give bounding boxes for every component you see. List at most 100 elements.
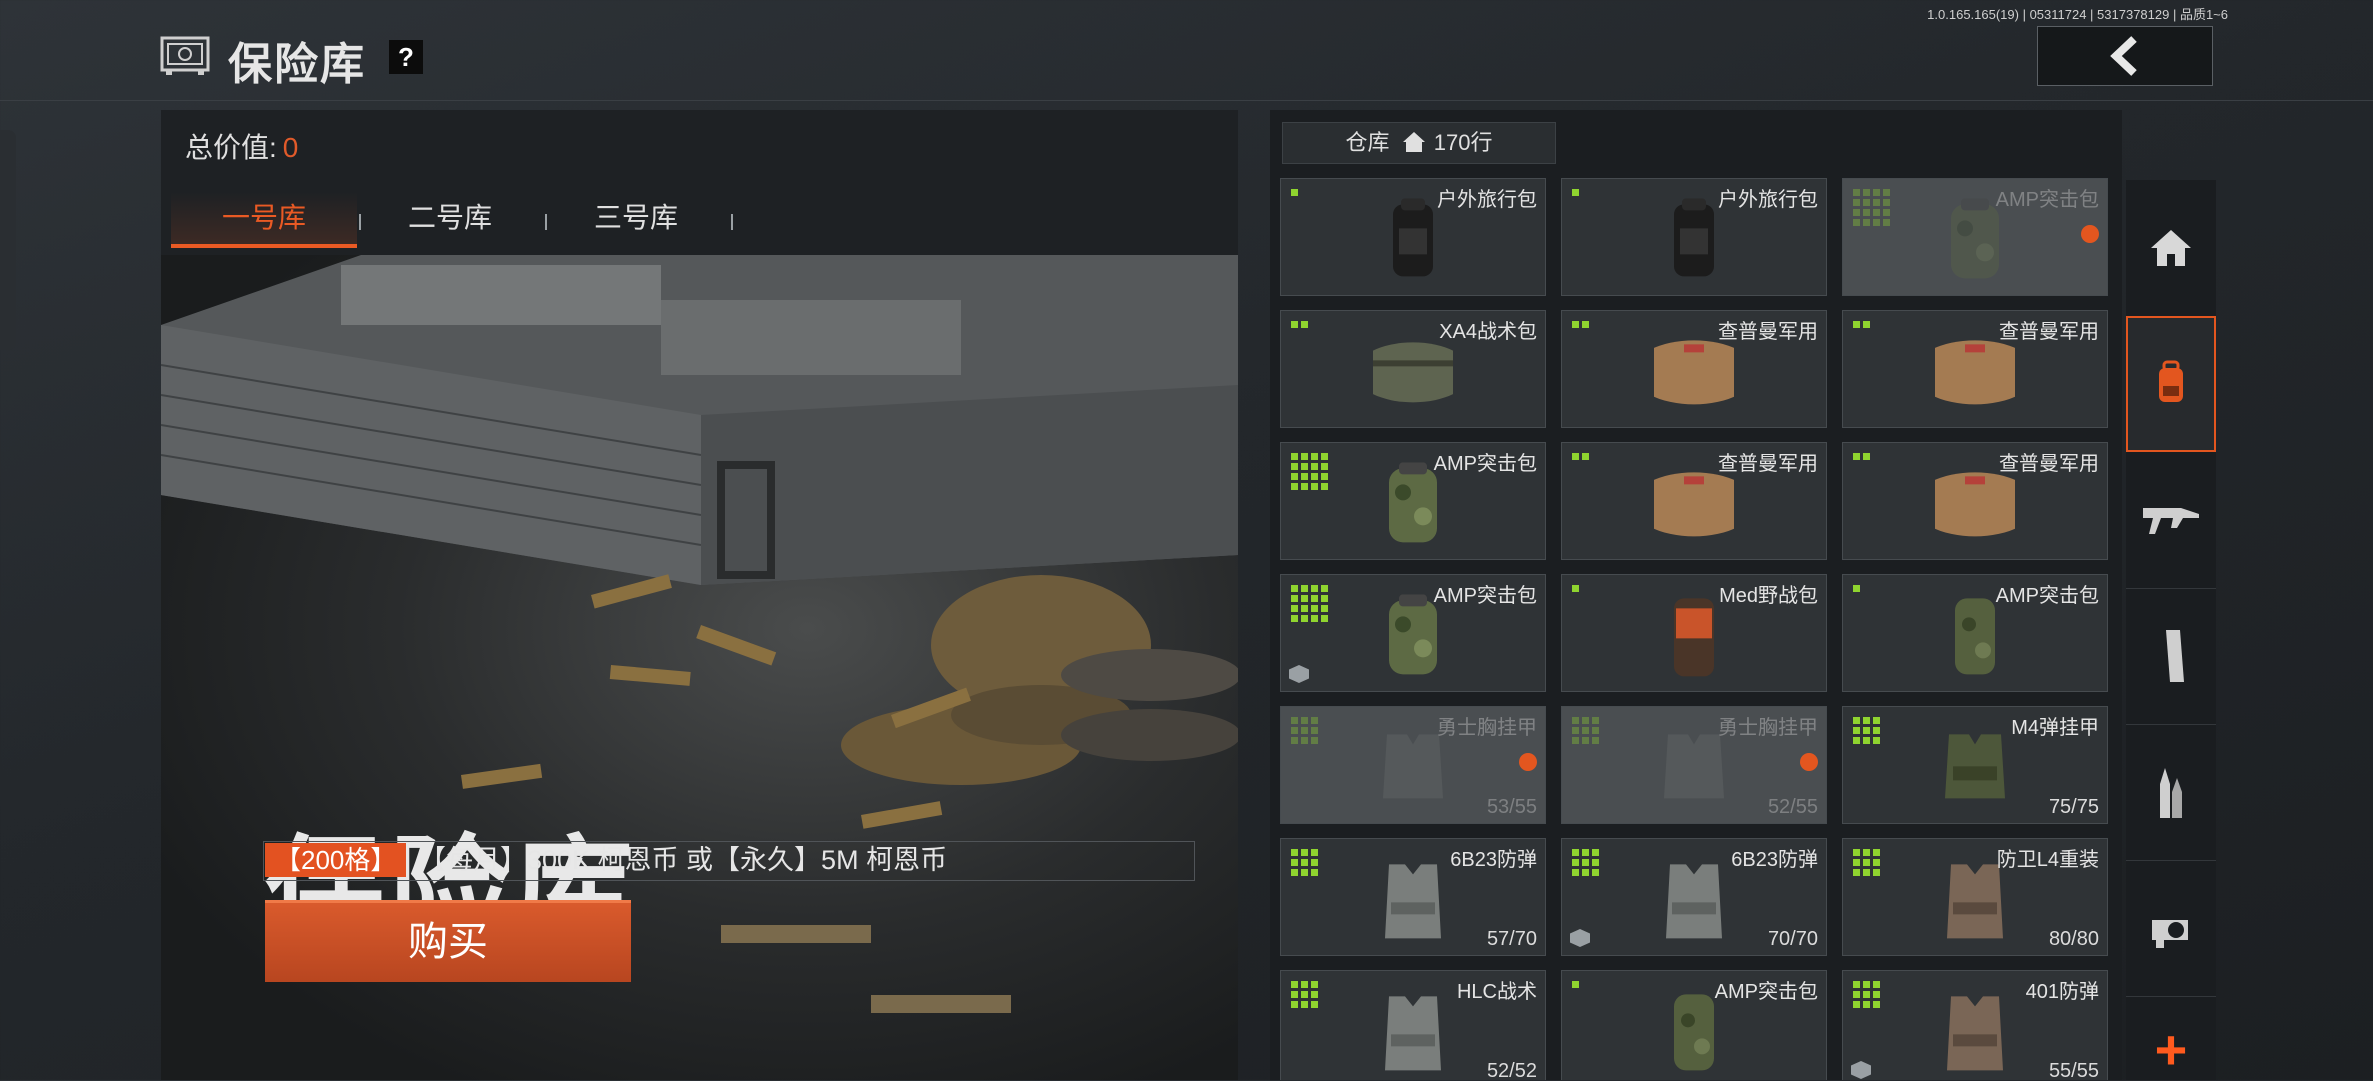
tab-vault-3[interactable]: 三号库 xyxy=(543,192,729,244)
item-name: AMP突击包 xyxy=(1995,585,2099,607)
rifle-icon xyxy=(2143,508,2199,534)
item-durability: 80/80 xyxy=(2048,928,2099,950)
item-size-indicator xyxy=(1291,189,1298,196)
warehouse-slot[interactable]: 勇士胸挂甲 52/55 xyxy=(1561,706,1827,824)
warehouse-slot[interactable]: 6B23防弹 70/70 xyxy=(1561,838,1827,956)
warehouse-slot[interactable]: 401防弹 55/55 xyxy=(1842,970,2108,1080)
item-size-indicator xyxy=(1572,585,1579,592)
category-attachment[interactable] xyxy=(2126,860,2216,997)
ammo-icon xyxy=(2160,768,2182,818)
side-drawer-handle[interactable] xyxy=(0,130,16,350)
item-size-indicator xyxy=(1853,981,1880,1008)
category-magazine[interactable] xyxy=(2126,588,2216,725)
item-name: 查普曼军用 xyxy=(1718,321,1818,343)
tab-divider xyxy=(731,214,733,230)
item-size-indicator xyxy=(1291,717,1318,744)
warehouse-slot[interactable]: M4弹挂甲 75/75 xyxy=(1842,706,2108,824)
insured-badge-icon xyxy=(2081,225,2099,243)
warehouse-slot[interactable]: 户外旅行包 xyxy=(1280,178,1546,296)
container-badge-icon xyxy=(1570,929,1590,947)
warehouse-count: 170行 xyxy=(1433,130,1493,155)
warehouse-slot[interactable]: 6B23防弹 57/70 xyxy=(1280,838,1546,956)
item-size-indicator xyxy=(1572,981,1579,988)
item-name: 查普曼军用 xyxy=(1999,321,2099,343)
item-durability: 53/55 xyxy=(1486,796,1537,818)
total-value: 总价值: 0 xyxy=(185,126,298,166)
item-size-indicator xyxy=(1853,189,1890,226)
item-name: AMP突击包 xyxy=(1433,453,1537,475)
total-value-amount: 0 xyxy=(282,132,299,163)
top-bar: 保险库 ? 1.0.165.165(19) | 05311724 | 53173… xyxy=(0,0,2373,101)
item-name: AMP突击包 xyxy=(1433,585,1537,607)
warehouse-slot[interactable]: AMP突击包 xyxy=(1561,970,1827,1080)
item-image xyxy=(1385,996,1441,1071)
item-name: 户外旅行包 xyxy=(1718,189,1818,211)
item-size-indicator xyxy=(1572,849,1599,876)
item-size-indicator xyxy=(1572,717,1599,744)
item-name: 查普曼军用 xyxy=(1718,453,1818,475)
item-name: 防卫L4重装 xyxy=(1996,849,2099,871)
warehouse-slot[interactable]: AMP突击包 xyxy=(1280,442,1546,560)
warehouse-slot[interactable]: 防卫L4重装 80/80 xyxy=(1842,838,2108,956)
category-rail xyxy=(2126,180,2216,1080)
item-image xyxy=(1945,734,2005,799)
item-size-indicator xyxy=(1572,189,1579,196)
item-size-indicator xyxy=(1853,849,1880,876)
warehouse-header[interactable]: 仓库 170行 xyxy=(1282,122,1556,164)
item-name: Med野战包 xyxy=(1719,585,1818,607)
home-icon xyxy=(1402,132,1425,152)
container-badge-icon xyxy=(1851,1061,1871,1079)
item-image xyxy=(1947,996,2003,1071)
warehouse-slot[interactable]: 勇士胸挂甲 53/55 xyxy=(1280,706,1546,824)
item-size-indicator xyxy=(1853,321,1870,328)
price-description: 【每月】300K 柯恩币 或【永久】5M 柯恩币 xyxy=(419,845,948,875)
item-size-indicator xyxy=(1291,585,1328,622)
warehouse-slot[interactable]: AMP突击包 xyxy=(1842,178,2108,296)
insured-badge-icon xyxy=(1800,753,1818,771)
home-icon xyxy=(2151,230,2191,266)
chevron-left-icon xyxy=(2110,36,2137,76)
warehouse-slot[interactable]: AMP突击包 xyxy=(1280,574,1546,692)
category-home[interactable] xyxy=(2126,180,2216,317)
item-name: XA4战术包 xyxy=(1439,321,1537,343)
scope-icon xyxy=(2152,920,2188,948)
tab-vault-1[interactable]: 一号库 xyxy=(171,192,357,248)
capacity-tag: 【200格】 xyxy=(265,843,407,877)
version-info: 1.0.165.165(19) | 05311724 | 5317378129 … xyxy=(1927,7,2228,22)
item-size-indicator xyxy=(1853,717,1880,744)
warehouse-slot[interactable]: AMP突击包 xyxy=(1842,574,2108,692)
warehouse-slot[interactable]: HLC战术 52/52 xyxy=(1280,970,1546,1080)
safe-icon xyxy=(160,36,210,75)
buy-button[interactable]: 购买 xyxy=(265,900,631,982)
item-size-indicator xyxy=(1291,849,1318,876)
category-backpack[interactable] xyxy=(2126,316,2216,452)
warehouse-slot[interactable]: 户外旅行包 xyxy=(1561,178,1827,296)
item-image xyxy=(1385,864,1441,939)
item-name: HLC战术 xyxy=(1456,981,1537,1003)
item-durability: 52/52 xyxy=(1486,1060,1537,1080)
warehouse-slot[interactable]: Med野战包 xyxy=(1561,574,1827,692)
item-name: M4弹挂甲 xyxy=(2011,717,2099,739)
item-name: AMP突击包 xyxy=(1995,189,2099,211)
item-size-indicator xyxy=(1853,585,1860,592)
item-name: 户外旅行包 xyxy=(1437,189,1537,211)
category-ammo[interactable] xyxy=(2126,724,2216,861)
item-size-indicator xyxy=(1291,453,1328,490)
warehouse-slot[interactable]: 查普曼军用 xyxy=(1842,442,2108,560)
container-badge-icon xyxy=(1289,665,1309,683)
item-name: AMP突击包 xyxy=(1714,981,1818,1003)
warehouse-slot[interactable]: 查普曼军用 xyxy=(1561,310,1827,428)
total-value-label: 总价值: xyxy=(185,132,277,163)
item-size-indicator xyxy=(1853,453,1870,460)
item-size-indicator xyxy=(1291,321,1308,328)
item-durability: 75/75 xyxy=(2048,796,2099,818)
warehouse-slot[interactable]: XA4战术包 xyxy=(1280,310,1546,428)
back-button[interactable] xyxy=(2037,26,2213,86)
warehouse-slot[interactable]: 查普曼军用 xyxy=(1561,442,1827,560)
warehouse-slot[interactable]: 查普曼军用 xyxy=(1842,310,2108,428)
help-button[interactable]: ? xyxy=(389,40,423,74)
category-weapon[interactable] xyxy=(2126,452,2216,589)
add-category-button[interactable]: + xyxy=(2126,1020,2216,1080)
tab-vault-2[interactable]: 二号库 xyxy=(357,192,543,244)
item-name: 查普曼军用 xyxy=(1999,453,2099,475)
